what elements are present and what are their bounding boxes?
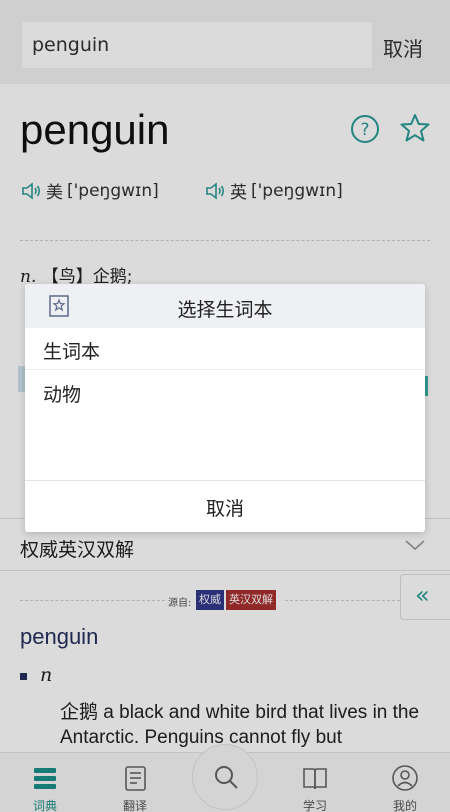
wordbook-select-dialog: 选择生词本 生词本 动物 取消	[25, 284, 425, 532]
dialog-cancel-button[interactable]: 取消	[25, 480, 425, 532]
wordbook-option-label: 动物	[43, 384, 82, 406]
wordbook-option-label: 生词本	[43, 341, 101, 363]
dialog-cancel-label: 取消	[205, 498, 244, 520]
wordbook-option[interactable]: 生词本	[25, 328, 425, 370]
dialog-header: 选择生词本	[25, 284, 425, 328]
wordbook-option[interactable]: 动物	[25, 371, 425, 413]
dialog-title: 选择生词本	[177, 299, 273, 321]
